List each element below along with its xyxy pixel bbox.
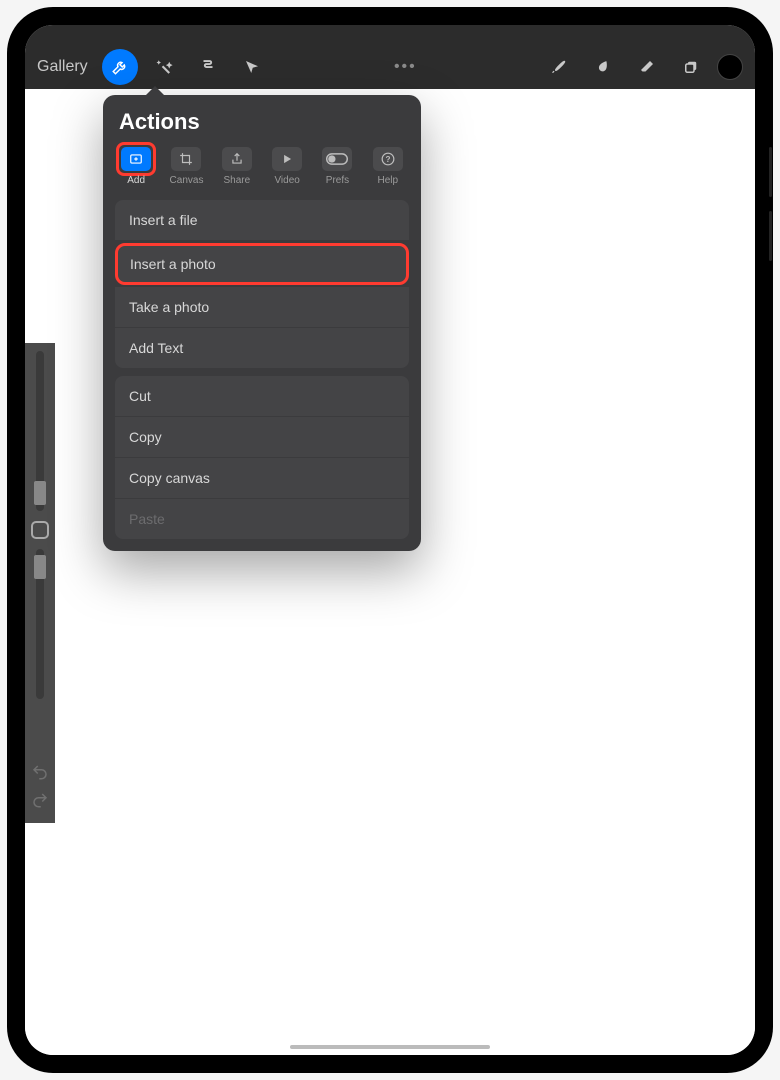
menu-section-insert: Insert a file Insert a photo Take a phot… — [115, 200, 409, 368]
home-indicator[interactable] — [290, 1045, 490, 1049]
smudge-icon — [594, 58, 612, 76]
side-sliders — [25, 343, 55, 823]
opacity-slider[interactable] — [36, 549, 44, 699]
transform-button[interactable] — [234, 49, 270, 85]
actions-button[interactable] — [102, 49, 138, 85]
actions-tab-row: Add Canvas Share Video Prefs — [115, 147, 409, 186]
menu-paste: Paste — [115, 499, 409, 539]
brush-icon — [550, 58, 568, 76]
tab-share[interactable]: Share — [218, 147, 256, 186]
tab-canvas[interactable]: Canvas — [167, 147, 205, 186]
brush-size-slider[interactable] — [36, 351, 44, 511]
tab-add[interactable]: Add — [117, 147, 155, 186]
play-icon — [280, 152, 294, 166]
wrench-icon — [111, 58, 129, 76]
redo-icon[interactable] — [31, 791, 49, 809]
tab-label: Share — [223, 175, 250, 186]
adjustments-button[interactable] — [146, 49, 182, 85]
color-button[interactable] — [717, 54, 743, 80]
selection-icon — [199, 58, 217, 76]
tab-prefs[interactable]: Prefs — [318, 147, 356, 186]
toggle-icon — [326, 153, 348, 165]
menu-copy[interactable]: Copy — [115, 417, 409, 458]
status-bar — [25, 25, 755, 45]
crop-icon — [179, 152, 193, 166]
top-toolbar: Gallery ••• — [25, 45, 755, 89]
brush-button[interactable] — [541, 49, 577, 85]
eraser-button[interactable] — [629, 49, 665, 85]
share-icon — [230, 152, 244, 166]
menu-cut[interactable]: Cut — [115, 376, 409, 417]
tab-video[interactable]: Video — [268, 147, 306, 186]
tab-label: Add — [127, 175, 145, 186]
slider-modifier-button[interactable] — [31, 521, 49, 539]
layers-icon — [682, 58, 700, 76]
add-image-icon — [128, 152, 144, 166]
ellipsis-icon[interactable]: ••• — [394, 58, 417, 76]
selection-button[interactable] — [190, 49, 226, 85]
tab-label: Prefs — [326, 175, 349, 186]
tab-help[interactable]: ? Help — [369, 147, 407, 186]
menu-insert-file[interactable]: Insert a file — [115, 200, 409, 241]
layers-button[interactable] — [673, 49, 709, 85]
menu-section-clipboard: Cut Copy Copy canvas Paste — [115, 376, 409, 539]
actions-popover: Actions Add Canvas Share — [103, 95, 421, 551]
tab-label: Video — [274, 175, 299, 186]
menu-insert-photo[interactable]: Insert a photo — [115, 243, 409, 285]
svg-text:?: ? — [385, 155, 390, 164]
wand-icon — [155, 58, 173, 76]
tab-label: Help — [378, 175, 399, 186]
gallery-button[interactable]: Gallery — [37, 58, 88, 76]
smudge-button[interactable] — [585, 49, 621, 85]
eraser-icon — [638, 58, 656, 76]
help-icon: ? — [381, 152, 395, 166]
ipad-screen: Gallery ••• — [25, 25, 755, 1055]
undo-icon[interactable] — [31, 763, 49, 781]
menu-copy-canvas[interactable]: Copy canvas — [115, 458, 409, 499]
popover-title: Actions — [119, 109, 405, 135]
menu-take-photo[interactable]: Take a photo — [115, 287, 409, 328]
ipad-frame: Gallery ••• — [7, 7, 773, 1073]
arrow-icon — [243, 58, 261, 76]
tab-label: Canvas — [170, 175, 204, 186]
menu-add-text[interactable]: Add Text — [115, 328, 409, 368]
